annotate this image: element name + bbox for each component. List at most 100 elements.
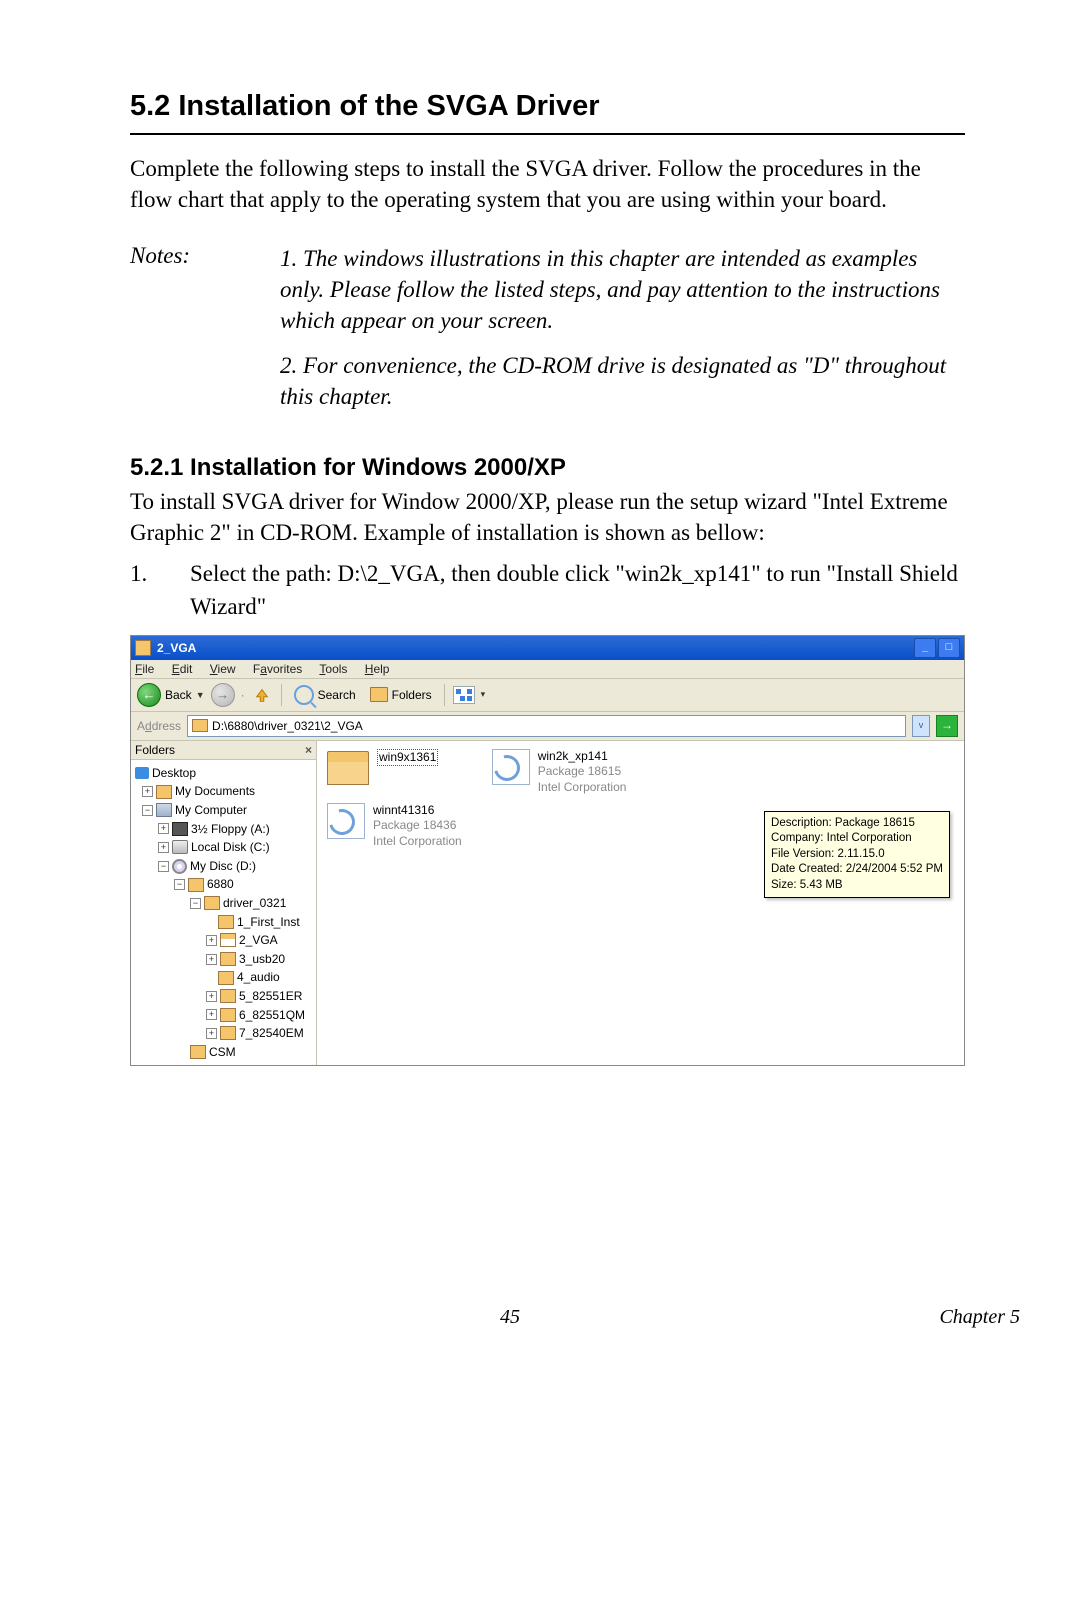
page-number: 45 <box>340 1306 680 1329</box>
collapse-icon[interactable]: − <box>142 805 153 816</box>
menu-help[interactable]: Help <box>365 662 390 676</box>
back-label: Back <box>165 688 192 702</box>
tree-csm[interactable]: CSM <box>135 1043 314 1062</box>
views-button[interactable] <box>453 686 475 704</box>
file-name: win2k_xp141 <box>538 749 627 765</box>
tree-mycomp[interactable]: −My Computer <box>135 801 314 820</box>
expand-icon[interactable]: + <box>142 786 153 797</box>
expand-icon[interactable]: + <box>206 991 217 1002</box>
address-input[interactable]: D:\6880\driver_0321\2_VGA <box>187 715 906 737</box>
folder-icon <box>218 915 234 929</box>
tooltip-line: Company: Intel Corporation <box>771 831 943 847</box>
folder-icon <box>220 1008 236 1022</box>
tree-qm[interactable]: +6_82551QM <box>135 1006 314 1025</box>
tooltip-line: Description: Package 18615 <box>771 816 943 832</box>
content-pane: win9x1361 winnt41316 Package 18436 Intel… <box>317 741 964 1066</box>
file-win2k[interactable]: win2k_xp141 Package 18615 Intel Corporat… <box>492 749 627 796</box>
expand-icon[interactable]: + <box>158 842 169 853</box>
folders-button[interactable]: Folders <box>366 685 436 704</box>
tree-driver[interactable]: −driver_0321 <box>135 894 314 913</box>
desktop-icon <box>135 767 149 779</box>
subsection-heading: 5.2.1 Installation for Windows 2000/XP <box>130 454 965 482</box>
close-pane-button[interactable]: × <box>305 743 312 757</box>
dropdown-icon[interactable]: ▼ <box>196 690 205 700</box>
menu-file[interactable]: FFileile <box>135 662 154 676</box>
folder-icon <box>218 971 234 985</box>
explorer-window: 2_VGA _ □ FFileile Edit View Favorites T… <box>130 635 965 1067</box>
expand-icon[interactable]: + <box>158 823 169 834</box>
folders-pane-title: Folders <box>135 743 305 757</box>
tree-localc[interactable]: +Local Disk (C:) <box>135 838 314 857</box>
collapse-icon[interactable]: − <box>190 898 201 909</box>
tree-em[interactable]: +7_82540EM <box>135 1024 314 1043</box>
address-value: D:\6880\driver_0321\2_VGA <box>212 719 363 733</box>
folder-icon <box>370 687 388 702</box>
file-sub: Intel Corporation <box>538 780 627 796</box>
minimize-button[interactable]: _ <box>914 638 936 658</box>
tree-vga[interactable]: +2_VGA <box>135 931 314 950</box>
folder-icon <box>156 785 172 799</box>
address-bar: Address D:\6880\driver_0321\2_VGA v → <box>131 712 964 741</box>
tree-6880[interactable]: −6880 <box>135 875 314 894</box>
floppy-icon <box>172 822 188 836</box>
expand-icon[interactable]: + <box>206 1028 217 1039</box>
computer-icon <box>156 803 172 817</box>
maximize-button[interactable]: □ <box>938 638 960 658</box>
back-icon: ← <box>137 683 161 707</box>
folder-icon <box>220 952 236 966</box>
collapse-icon[interactable]: − <box>174 879 185 890</box>
collapse-icon[interactable]: − <box>158 861 169 872</box>
toolbar: ← Back ▼ → · Search Folders ▾ <box>131 679 964 712</box>
tree-usb[interactable]: +3_usb20 <box>135 950 314 969</box>
tree-mydocs[interactable]: +My Documents <box>135 782 314 801</box>
tree-first[interactable]: 1_First_Inst <box>135 913 314 932</box>
up-button[interactable] <box>251 684 273 706</box>
folder-open-icon <box>220 933 236 947</box>
chapter-label: Chapter 5 <box>680 1306 1020 1329</box>
folder-icon <box>204 896 220 910</box>
file-win9x[interactable]: win9x1361 <box>327 749 462 785</box>
tree-floppy[interactable]: +3½ Floppy (A:) <box>135 820 314 839</box>
expand-icon[interactable]: + <box>206 935 217 946</box>
file-name: winnt41316 <box>373 803 462 819</box>
tree-mydisc[interactable]: −My Disc (D:) <box>135 857 314 876</box>
search-icon <box>294 685 314 705</box>
file-sub: Package 18436 <box>373 818 462 834</box>
folders-label: Folders <box>392 688 432 702</box>
forward-button[interactable]: → <box>211 683 235 707</box>
separator <box>444 684 445 706</box>
menu-favorites[interactable]: Favorites <box>253 662 302 676</box>
menu-tools[interactable]: Tools <box>319 662 347 676</box>
tree-er[interactable]: +5_82551ER <box>135 987 314 1006</box>
titlebar[interactable]: 2_VGA _ □ <box>131 636 964 660</box>
folder-icon <box>220 1026 236 1040</box>
folder-icon <box>190 1045 206 1059</box>
note-2: 2. For convenience, the CD-ROM drive is … <box>280 350 965 412</box>
menu-view[interactable]: View <box>210 662 236 676</box>
section-heading: 5.2 Installation of the SVGA Driver <box>130 90 965 135</box>
expand-icon[interactable]: + <box>206 1009 217 1020</box>
tooltip-line: File Version: 2.11.15.0 <box>771 847 943 863</box>
cd-icon <box>172 859 187 874</box>
tree-audio[interactable]: 4_audio <box>135 968 314 987</box>
expand-icon[interactable]: + <box>206 954 217 965</box>
search-button[interactable]: Search <box>290 683 360 707</box>
tree-desktop[interactable]: Desktop <box>135 764 314 783</box>
separator <box>281 684 282 706</box>
file-winnt[interactable]: winnt41316 Package 18436 Intel Corporati… <box>327 803 462 850</box>
installer-icon <box>492 749 530 785</box>
window-title: 2_VGA <box>157 641 196 655</box>
folder-icon <box>188 878 204 892</box>
dropdown-icon[interactable]: ▾ <box>481 689 486 700</box>
folder-tree: Desktop +My Documents −My Computer +3½ F… <box>131 760 316 1066</box>
menu-edit[interactable]: Edit <box>172 662 193 676</box>
disk-icon <box>172 840 188 854</box>
page-footer: 45 Chapter 5 <box>0 1106 1080 1359</box>
go-button[interactable]: → <box>936 715 958 737</box>
file-sub: Package 18615 <box>538 764 627 780</box>
intro-paragraph: Complete the following steps to install … <box>130 153 965 215</box>
back-button[interactable]: ← Back ▼ <box>137 683 205 707</box>
file-tooltip: Description: Package 18615 Company: Inte… <box>764 811 950 899</box>
notes-label: Notes: <box>130 243 280 426</box>
address-dropdown[interactable]: v <box>912 715 930 737</box>
